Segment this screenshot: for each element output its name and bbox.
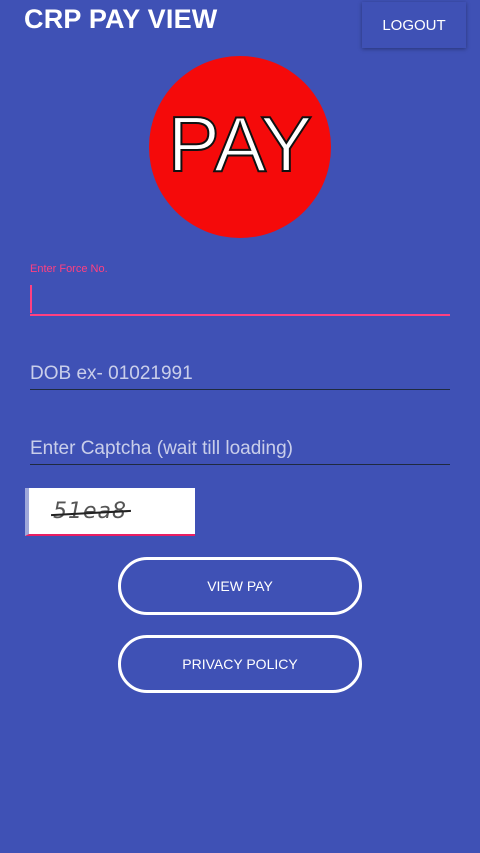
app-title: CRP PAY VIEW <box>24 4 218 34</box>
captcha-input[interactable] <box>30 435 450 463</box>
force-no-field[interactable]: Enter Force No. <box>30 263 450 319</box>
view-pay-button[interactable]: VIEW PAY <box>118 557 362 615</box>
pay-logo: PAY <box>149 56 331 238</box>
force-no-input[interactable] <box>30 285 450 313</box>
captcha-underline <box>30 464 450 465</box>
privacy-policy-button[interactable]: PRIVACY POLICY <box>118 635 362 693</box>
dob-underline <box>30 389 450 390</box>
captcha-text-wrap: 51ea8 <box>51 499 132 524</box>
captcha-field[interactable] <box>30 433 450 467</box>
pay-logo-text: PAY <box>168 100 313 188</box>
logout-button[interactable]: LOGOUT <box>362 2 466 48</box>
dob-field[interactable] <box>30 358 450 392</box>
force-no-label: Enter Force No. <box>30 263 108 275</box>
pay-logo-text-graphic: PAY <box>167 99 314 189</box>
dob-input[interactable] <box>30 360 450 388</box>
force-no-underline <box>30 314 450 316</box>
captcha-image: 51ea8 <box>25 488 195 536</box>
